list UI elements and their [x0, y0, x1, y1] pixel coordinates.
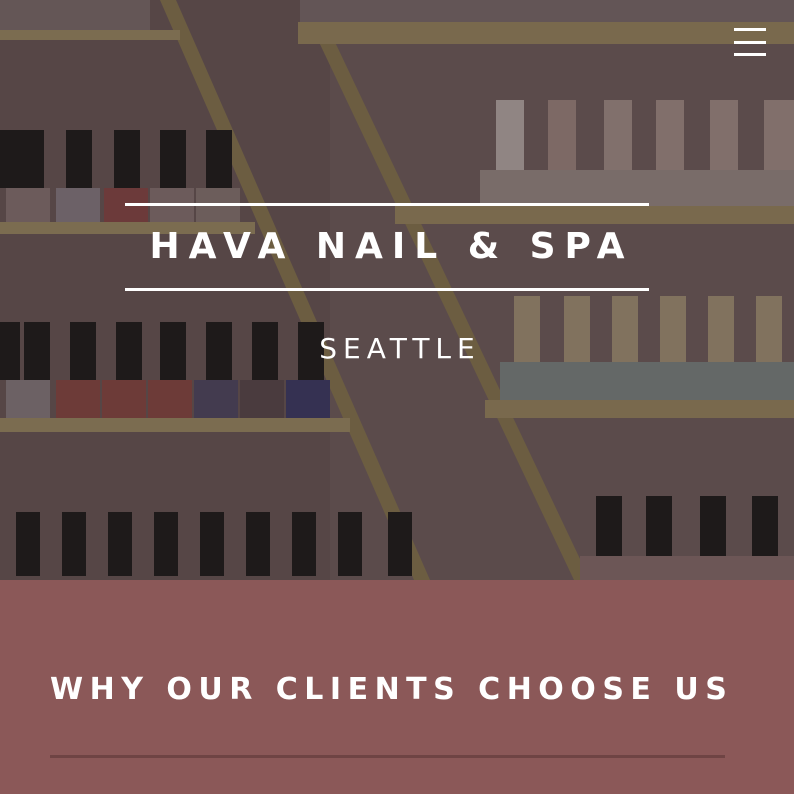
- location-subtitle: SEATTLE: [319, 332, 481, 365]
- why-choose-us-section: WHY OUR CLIENTS CHOOSE US: [0, 580, 794, 794]
- page: HAVA NAIL & SPA SEATTLE WHY OUR CLIENTS …: [0, 0, 794, 794]
- hamburger-menu-icon[interactable]: [734, 28, 766, 56]
- brand-block: HAVA NAIL & SPA: [125, 203, 649, 291]
- hero-banner: HAVA NAIL & SPA SEATTLE: [0, 0, 794, 580]
- section-divider: [50, 755, 725, 758]
- menu-line: [734, 28, 766, 31]
- title-rule-bottom: [125, 288, 649, 291]
- menu-line: [734, 53, 766, 56]
- section-heading: WHY OUR CLIENTS CHOOSE US: [50, 672, 734, 707]
- site-title[interactable]: HAVA NAIL & SPA: [125, 206, 649, 288]
- menu-line: [734, 40, 766, 44]
